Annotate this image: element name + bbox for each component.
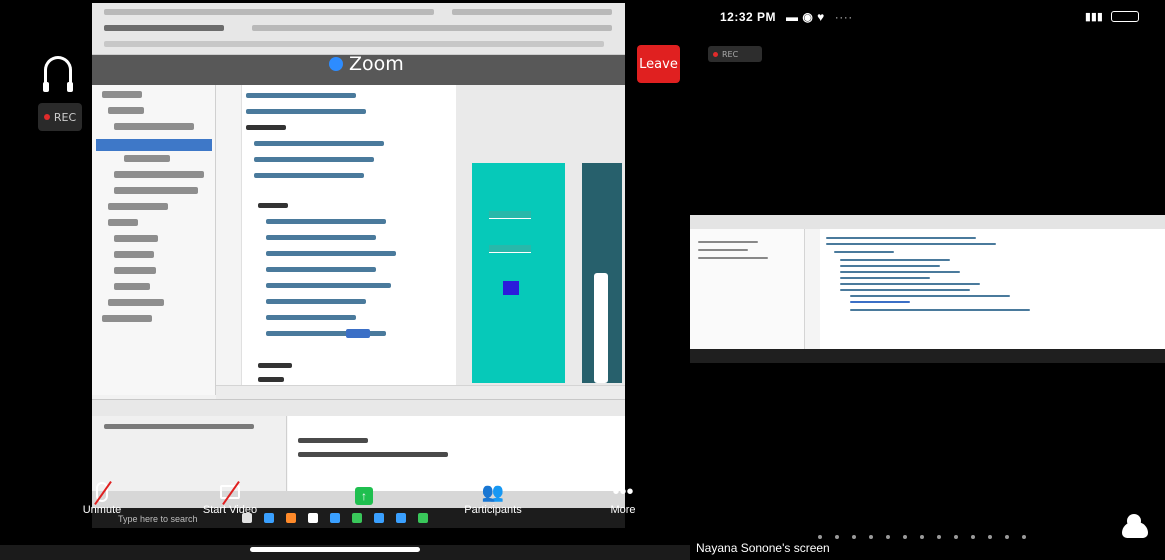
- screen: Type here to search REC Zoom Leave Unmut…: [0, 0, 1165, 560]
- tree-selected-row[interactable]: [96, 139, 212, 151]
- zoom-meeting-view: Type here to search REC Zoom Leave Unmut…: [0, 0, 690, 560]
- avatar-icon[interactable]: [1114, 512, 1154, 542]
- notification-icons: ▬ ◉ ♥: [786, 10, 825, 24]
- editor-breadcrumb: [216, 385, 625, 399]
- share-screen-button[interactable]: ↑: [349, 484, 379, 508]
- editor-gutter: [216, 85, 242, 385]
- headset-icon[interactable]: [43, 56, 73, 92]
- signal-icon: ▮▮▮: [1084, 11, 1103, 23]
- build-tabs[interactable]: [92, 400, 625, 416]
- more-notifications-icon: ····: [834, 10, 853, 24]
- code-editor[interactable]: [216, 85, 456, 385]
- share-arrow-icon: ↑: [355, 487, 373, 505]
- mini-project-tree: [690, 229, 805, 349]
- mini-toolbar: [690, 215, 1165, 229]
- preview-zoom-tools[interactable]: [594, 273, 608, 383]
- record-dot-icon: [713, 51, 718, 57]
- participants-button[interactable]: 👥 Participants: [463, 480, 523, 517]
- more-dots-icon: •••: [612, 480, 634, 503]
- preview-login-button: [503, 281, 519, 295]
- clock: 12:32 PM: [720, 10, 777, 24]
- phone-screen-view: 12:32 PM ▬ ◉ ♥ ···· ▮▮▮ REC Nayana Sonon…: [690, 0, 1165, 560]
- video-off-icon: [220, 480, 240, 506]
- preview-device-light: [472, 163, 565, 383]
- phone-status-right: ▮▮▮: [1085, 10, 1139, 23]
- phone-status-bar: 12:32 PM ▬ ◉ ♥ ····: [720, 10, 853, 24]
- start-video-button[interactable]: Start Video: [200, 480, 260, 516]
- preview-username-field: [489, 211, 531, 219]
- mini-taskbar: [690, 349, 1165, 363]
- recording-badge-small: REC: [708, 46, 762, 62]
- home-indicator[interactable]: [250, 547, 420, 552]
- microphone-muted-icon: [94, 480, 112, 506]
- more-button[interactable]: ••• More: [608, 480, 638, 517]
- participants-icon: 👥: [481, 481, 505, 502]
- mini-code-editor: [820, 229, 1165, 349]
- meeting-controls: Unmute Start Video ↑ 👥 Participants ••• …: [78, 480, 638, 538]
- preview-password-field: [489, 245, 531, 253]
- zoom-logo-icon: [329, 57, 343, 71]
- unmute-button[interactable]: Unmute: [80, 480, 124, 516]
- ide-toolbar: [92, 3, 625, 55]
- shared-screen-thumbnail[interactable]: [690, 215, 1165, 363]
- record-dot-icon: [43, 114, 50, 120]
- battery-icon: [1111, 11, 1139, 22]
- recording-badge: REC: [38, 103, 82, 131]
- build-panel: [92, 399, 625, 492]
- shared-screen: [92, 3, 625, 528]
- page-indicator: [818, 535, 1026, 539]
- screen-owner-label: Nayana Sonone's screen: [696, 541, 830, 555]
- leave-button[interactable]: Leave: [637, 45, 680, 83]
- zoom-badge: Zoom: [329, 53, 404, 75]
- project-tree: [92, 85, 216, 395]
